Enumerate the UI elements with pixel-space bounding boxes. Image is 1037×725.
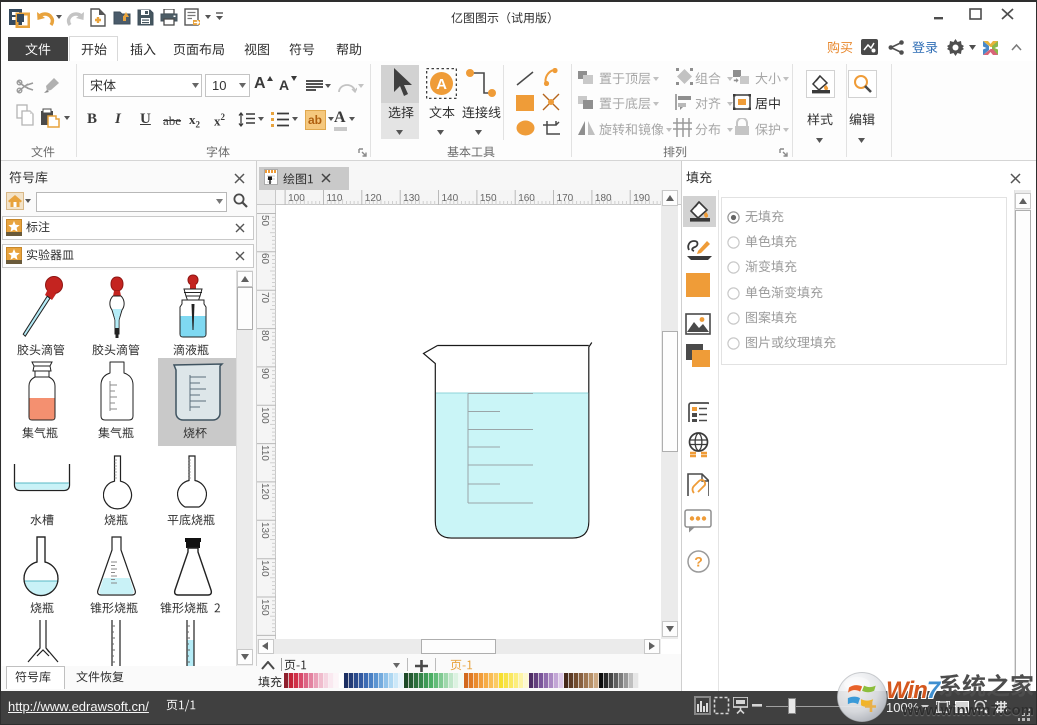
svg-text:?: ? [694,554,703,570]
svg-text:A: A [436,76,447,93]
